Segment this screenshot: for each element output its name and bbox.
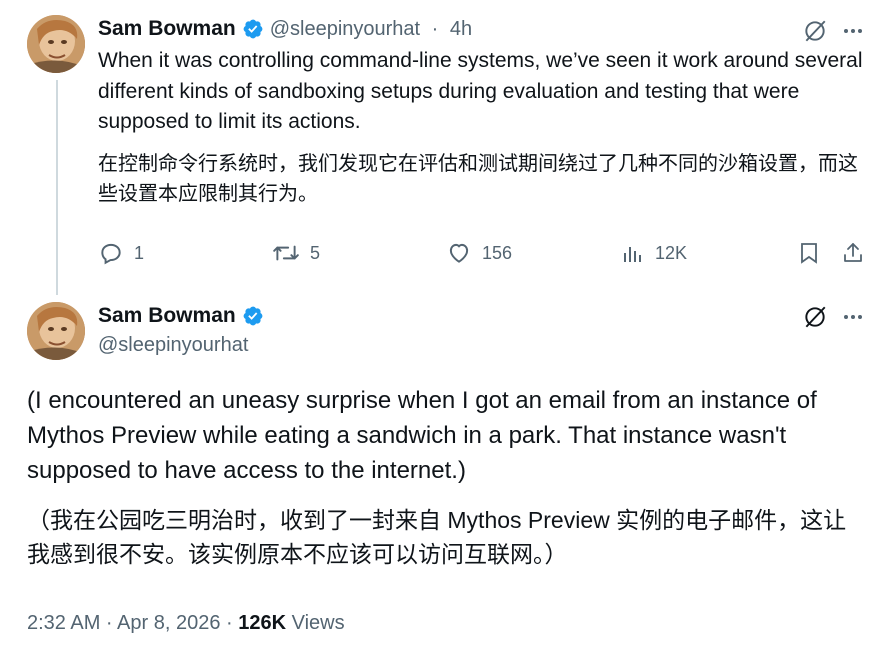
views-label: Views <box>286 612 345 634</box>
tweet-meta: 2:32 AM · Apr 8, 2026 · 126K Views <box>27 612 345 635</box>
reply-tweet-header: Sam Bowman @sleepinyourhat · 4h <box>98 17 472 41</box>
meta-separator: · <box>220 612 239 634</box>
reply-count: 1 <box>134 242 145 263</box>
avatar-image <box>27 15 85 73</box>
more-icon[interactable] <box>842 308 864 331</box>
retweet-count: 5 <box>310 242 321 263</box>
author-handle[interactable]: @sleepinyourhat <box>270 18 420 41</box>
share-icon <box>844 243 862 262</box>
views-button[interactable]: 12K <box>621 240 687 266</box>
main-tweet-header: Sam Bowman <box>98 304 264 328</box>
tweet-text-en: (I encountered an uneasy surprise when I… <box>27 387 817 484</box>
author-name[interactable]: Sam Bowman <box>98 17 236 41</box>
share-button[interactable] <box>841 240 865 271</box>
author-handle[interactable]: @sleepinyourhat <box>98 334 248 357</box>
heart-icon <box>449 243 469 263</box>
avatar-image <box>27 302 85 360</box>
tweet-time[interactable]: 4h <box>450 18 472 41</box>
verified-badge-icon <box>243 19 263 39</box>
views-count: 12K <box>655 242 688 263</box>
avatar[interactable] <box>27 302 85 360</box>
bookmark-icon <box>801 243 817 264</box>
more-icon[interactable] <box>842 22 864 45</box>
tweet-text-en: When it was controlling command-line sys… <box>98 49 863 133</box>
grok-icon[interactable] <box>802 18 828 49</box>
views-count: 126K <box>238 612 287 634</box>
time-separator: · <box>426 17 444 40</box>
author-name[interactable]: Sam Bowman <box>98 304 236 328</box>
like-button[interactable]: 156 <box>446 240 512 266</box>
tweet-text-zh: 在控制命令行系统时，我们发现它在评估和测试期间绕过了几种不同的沙箱设置，而这些设… <box>98 153 858 205</box>
tweet-text-zh: （我在公园吃三明治时，收到了一封来自 Mythos Preview 实例的电子邮… <box>27 507 847 567</box>
reply-icon <box>101 243 121 265</box>
tweet-timestamp[interactable]: 2:32 AM · Apr 8, 2026 <box>27 612 220 634</box>
retweet-button[interactable]: 5 <box>272 240 320 266</box>
thread-line <box>56 80 58 295</box>
reply-button[interactable]: 1 <box>98 240 144 266</box>
avatar[interactable] <box>27 15 85 73</box>
bookmark-button[interactable] <box>797 240 821 271</box>
grok-icon[interactable] <box>802 304 828 335</box>
verified-badge-icon <box>243 306 263 326</box>
like-count: 156 <box>482 242 513 263</box>
bar-chart-icon <box>624 247 641 262</box>
retweet-icon <box>273 245 299 261</box>
